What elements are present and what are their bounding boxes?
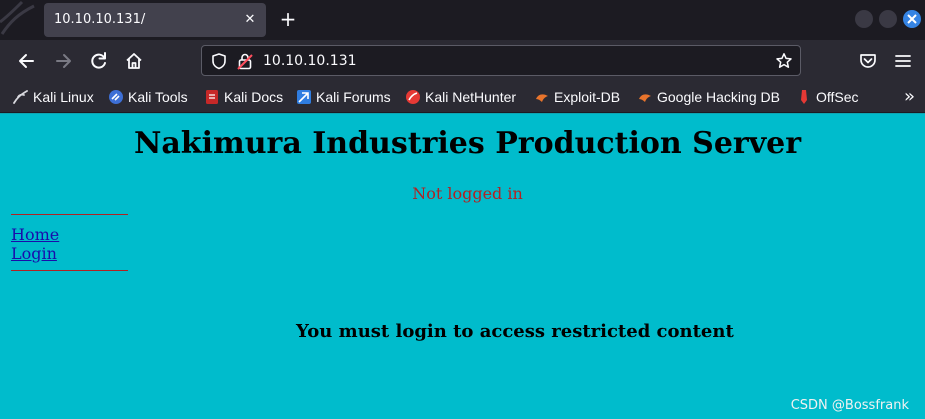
bookmarks-toolbar: Kali Linux Kali Tools Kali Docs Kali For… (0, 82, 925, 112)
bookmark-label: Kali Docs (224, 89, 284, 105)
minimize-button[interactable] (855, 10, 873, 28)
bookmark-exploit-db[interactable]: Exploit-DB (534, 88, 620, 106)
nav-divider-bottom (11, 270, 128, 271)
page-content: Nakimura Industries Production Server No… (0, 113, 925, 419)
bookmark-label: OffSec (816, 89, 859, 105)
address-bar[interactable]: 10.10.10.131 (201, 45, 801, 76)
insecure-lock-icon[interactable] (237, 52, 253, 70)
bookmark-label: Kali Forums (316, 89, 391, 105)
exploit-db-icon (536, 94, 548, 102)
hamburger-menu-icon[interactable] (893, 51, 913, 71)
restricted-content-message: You must login to access restricted cont… (296, 321, 734, 342)
navigation-toolbar: 10.10.10.131 (0, 40, 925, 82)
close-window-button[interactable] (903, 10, 921, 28)
bookmark-kali-docs[interactable]: Kali Docs (204, 88, 283, 106)
kali-dragon-icon (13, 90, 28, 104)
tab-strip: 10.10.10.131/ ✕ + (0, 0, 925, 40)
bookmark-kali-forums[interactable]: Kali Forums (296, 88, 391, 106)
watermark-text: CSDN @Bossfrank (790, 398, 909, 413)
bookmark-kali-linux[interactable]: Kali Linux (13, 88, 94, 106)
bookmark-label: Google Hacking DB (657, 89, 780, 105)
bookmark-label: Kali Linux (33, 89, 94, 105)
page-title: Nakimura Industries Production Server (133, 126, 802, 161)
nav-link-home[interactable]: Home (11, 225, 59, 244)
url-text[interactable]: 10.10.10.131 (263, 53, 357, 69)
forward-arrow-icon[interactable] (53, 51, 73, 71)
ghdb-icon (639, 94, 651, 102)
maximize-button[interactable] (879, 10, 897, 28)
back-arrow-icon[interactable] (17, 51, 37, 71)
bookmark-google-hacking-db[interactable]: Google Hacking DB (637, 88, 780, 106)
bookmark-label: Kali NetHunter (425, 89, 517, 105)
tab-active[interactable]: 10.10.10.131/ ✕ (44, 3, 266, 37)
reload-icon[interactable] (89, 51, 109, 71)
new-tab-button[interactable]: + (277, 9, 299, 31)
pocket-icon[interactable] (858, 51, 878, 71)
close-icon (907, 14, 917, 24)
kali-forums-icon (297, 90, 311, 104)
bookmark-label: Exploit-DB (554, 89, 621, 105)
login-status-text: Not logged in (412, 184, 523, 203)
bookmarks-overflow-chevron-icon[interactable]: » (904, 88, 915, 106)
tab-title: 10.10.10.131/ (54, 12, 146, 27)
shield-icon[interactable] (210, 52, 228, 70)
home-icon[interactable] (124, 51, 144, 71)
kali-nethunter-icon (406, 90, 420, 104)
bookmark-star-icon[interactable] (775, 52, 793, 70)
kali-dragon-decoration-icon (0, 0, 35, 35)
bookmark-kali-nethunter[interactable]: Kali NetHunter (405, 88, 516, 106)
offsec-icon (801, 90, 807, 104)
bookmark-label: Kali Tools (128, 89, 188, 105)
nav-link-login[interactable]: Login (11, 244, 57, 263)
bookmark-kali-tools[interactable]: Kali Tools (108, 88, 188, 106)
bookmark-offsec[interactable]: OffSec (796, 88, 859, 106)
nav-divider-top (11, 214, 128, 215)
kali-tools-icon (109, 90, 123, 104)
tab-close-icon[interactable]: ✕ (242, 12, 258, 28)
kali-docs-icon (206, 90, 218, 104)
